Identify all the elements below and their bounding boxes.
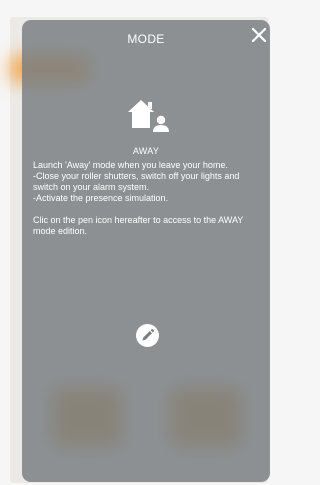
modal-title: MODE [127,32,165,46]
mode-description: Launch 'Away' mode when you leave your h… [33,160,265,237]
home-away-icon [122,98,178,138]
description-paragraph: Launch 'Away' mode when you leave your h… [33,160,240,203]
pen-icon [142,328,155,341]
edit-pen-button[interactable] [136,324,159,347]
mode-name: AWAY [132,146,160,156]
description-paragraph: Clic on the pen icon hereafter to access… [33,215,244,236]
close-icon[interactable] [248,24,270,46]
mode-modal: MODE AWAY Launch 'Away' mode when you le… [22,20,270,482]
